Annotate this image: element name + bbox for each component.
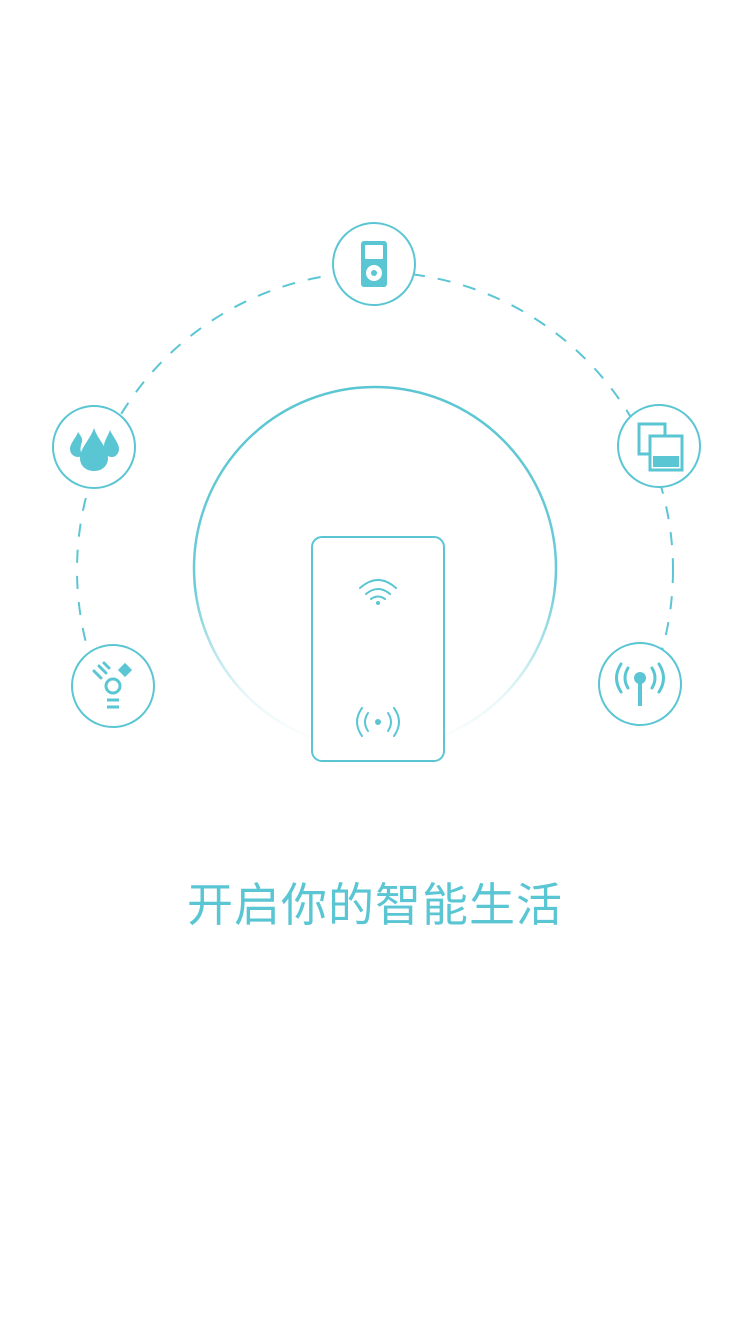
broadcast-antenna-icon [598, 642, 682, 726]
smart-socket-device [311, 536, 445, 762]
water-drops-icon [52, 405, 136, 489]
firewire-icon [71, 644, 155, 728]
ipod-icon [332, 222, 416, 306]
device-orbit-illustration [52, 222, 701, 762]
onboarding-screen: 开启你的智能生活 [0, 0, 750, 1334]
copy-pages-icon [617, 404, 701, 488]
tagline: 开启你的智能生活 [187, 878, 563, 932]
